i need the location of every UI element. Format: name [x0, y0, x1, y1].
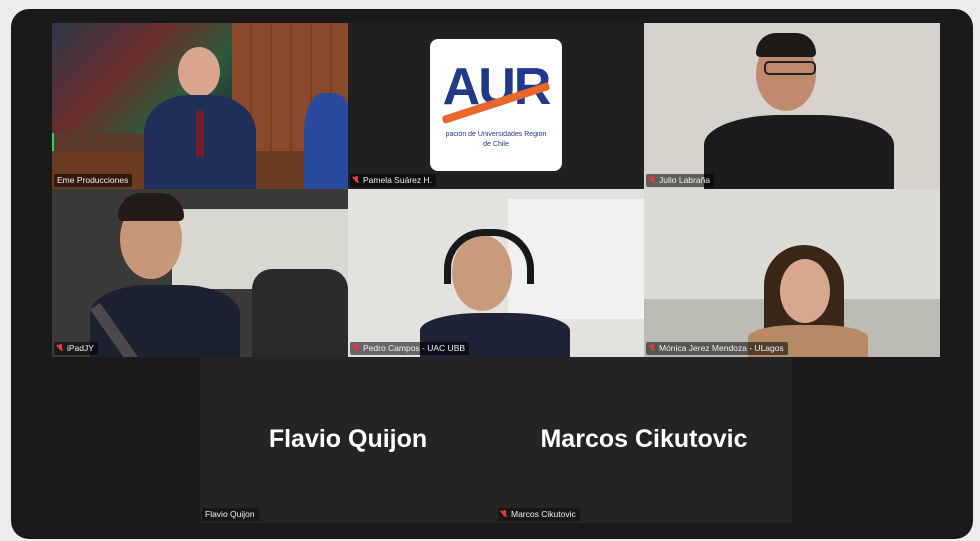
video-tile-julio-labrana[interactable]: Julio Labraña: [644, 23, 940, 189]
meeting-window: Eme Producciones AUR pación de Universid…: [11, 9, 973, 539]
aur-logo-line1: pación de Universidades Region: [445, 131, 547, 138]
participant-name: Pedro Campos - UAC UBB: [363, 343, 466, 353]
glasses-icon: [764, 61, 816, 75]
participant-name: Pamela Suárez H.: [363, 175, 432, 185]
participant-name: Flavio Quijon: [205, 509, 255, 519]
participant-display-name: Marcos Cikutovic: [540, 425, 748, 453]
participant-display-name: Flavio Quijon: [268, 425, 428, 453]
participant-name-tag: Mónica Jerez Mendoza - ULagos: [646, 342, 788, 355]
participant-name-tag: Marcos Cikutovic: [498, 508, 580, 521]
speaker-head: [178, 47, 220, 97]
participant-name-tag: Pamela Suárez H.: [350, 174, 436, 187]
side-person: [304, 93, 348, 189]
participant-name: Marcos Cikutovic: [511, 509, 576, 519]
participant-head: [780, 259, 830, 323]
video-tile-flavio-quijon[interactable]: Flavio Quijon Flavio Quijon: [200, 357, 496, 523]
participant-name: iPadJY: [67, 343, 94, 353]
aur-logo-line2: de Chile: [483, 141, 509, 148]
video-tile-pamela-suarez[interactable]: AUR pación de Universidades Region de Ch…: [348, 23, 644, 189]
participant-name: Mónica Jerez Mendoza - ULagos: [659, 343, 784, 353]
video-tile-ipadjy[interactable]: iPadJY: [52, 189, 348, 357]
participant-shirt: [704, 115, 894, 189]
aur-logo: AUR pación de Universidades Region de Ch…: [430, 39, 562, 171]
participant-hair: [118, 193, 184, 221]
mic-muted-icon: [649, 343, 656, 353]
mic-muted-icon: [353, 343, 360, 353]
mic-muted-icon: [353, 175, 360, 185]
participant-name-tag: Julio Labraña: [646, 174, 715, 187]
video-tile-pedro-campos[interactable]: Pedro Campos - UAC UBB: [348, 189, 644, 357]
video-tile-eme-producciones[interactable]: Eme Producciones: [52, 23, 348, 189]
mic-muted-icon: [501, 509, 508, 519]
participant-hair: [756, 33, 816, 57]
participant-name: Eme Producciones: [57, 175, 129, 185]
mic-muted-icon: [649, 175, 656, 185]
participant-name-tag: iPadJY: [54, 342, 98, 355]
participant-name-tag: Pedro Campos - UAC UBB: [350, 342, 470, 355]
video-tile-monica-jerez[interactable]: Mónica Jerez Mendoza - ULagos: [644, 189, 940, 357]
video-tile-marcos-cikutovic[interactable]: Marcos Cikutovic Marcos Cikutovic: [496, 357, 792, 523]
participant-name-tag: Flavio Quijon: [202, 508, 259, 521]
participant-name: Julio Labraña: [659, 175, 711, 185]
participant-name-tag: Eme Producciones: [54, 174, 133, 187]
mic-muted-icon: [57, 343, 64, 353]
speaker-tie: [196, 111, 204, 157]
car-seat: [252, 269, 348, 357]
